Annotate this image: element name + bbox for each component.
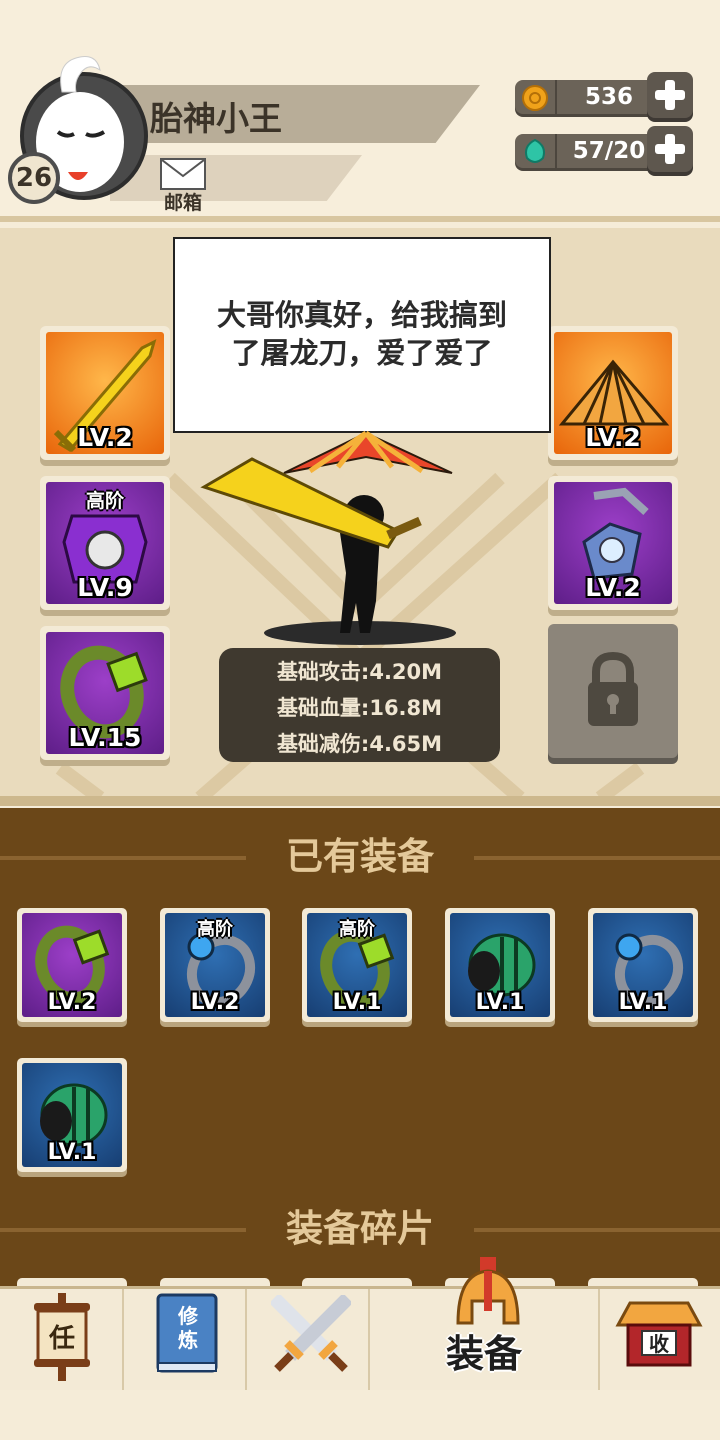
inventory-item-level: LV.1 <box>618 990 668 1015</box>
top-header: 胎神小王 邮箱 26 536 57/20 <box>0 0 720 222</box>
crossed-swords-icon <box>271 1295 351 1372</box>
nav-tasks[interactable]: 任 <box>0 1289 124 1393</box>
character-panel: LV.2 高阶 LV.9 LV.15 LV.2 LV.2 大哥你真好，给我搞到了… <box>0 228 720 806</box>
footer-strip <box>0 1390 720 1440</box>
nav-collect[interactable]: 收 <box>600 1289 720 1393</box>
add-gems-button[interactable] <box>647 126 693 172</box>
inventory-item-level: LV.1 <box>47 1140 97 1165</box>
nav-battle[interactable] <box>247 1289 370 1393</box>
inventory-item-level: LV.1 <box>475 990 525 1015</box>
coin-icon <box>522 85 548 111</box>
inventory-item[interactable]: LV.2 <box>17 908 127 1022</box>
stat-attack: 基础攻击:4.20M <box>276 660 443 684</box>
add-coins-button[interactable] <box>647 72 693 118</box>
speech-text: 大哥你真好，给我搞到了屠龙刀，爱了爱了 <box>216 298 507 370</box>
inventory-item-tier: 高阶 <box>339 919 375 940</box>
bottom-navigation: 任 修 炼 装备 收 <box>0 1257 720 1393</box>
svg-text:任: 任 <box>48 1324 75 1354</box>
inventory-panel[interactable]: 已有装备 LV.2 高阶 LV.2 高阶 LV.1 LV.1 LV.1 LV.1… <box>0 808 720 1286</box>
svg-text:炼: 炼 <box>178 1328 198 1352</box>
nav-cultivate[interactable]: 修 炼 <box>124 1289 247 1393</box>
player-name: 胎神小王 <box>150 99 282 138</box>
lock-icon <box>588 651 638 726</box>
stat-defense: 基础减伤:4.65M <box>276 732 443 756</box>
inventory-item-level: LV.2 <box>190 990 240 1015</box>
envelope-icon <box>160 158 206 190</box>
nav-equipment[interactable]: 装备 <box>370 1257 600 1393</box>
stat-hp: 基础血量:16.8M <box>276 696 443 720</box>
hero-character <box>200 430 456 645</box>
helmet-equipment-icon <box>456 1257 520 1325</box>
mailbox-label: 邮箱 <box>163 192 202 214</box>
equip-slot-weapon[interactable]: LV.2 <box>40 326 170 460</box>
equip-level: LV.15 <box>68 723 142 752</box>
equip-level: LV.9 <box>77 573 133 602</box>
inventory-item[interactable]: LV.1 <box>445 908 555 1022</box>
mailbox-button[interactable]: 邮箱 <box>154 156 212 216</box>
svg-text:收: 收 <box>649 1332 669 1356</box>
svg-text:修: 修 <box>177 1304 199 1328</box>
equipment-fragments-title: 装备碎片 <box>286 1207 434 1250</box>
player-level-badge: 26 <box>8 152 60 204</box>
inventory-item[interactable]: 高阶 LV.2 <box>160 908 270 1022</box>
owned-equipment-title: 已有装备 <box>286 835 434 878</box>
book-cultivate-icon: 修 炼 <box>156 1293 218 1373</box>
equip-level: LV.2 <box>585 423 641 452</box>
fragment-slot-edge <box>588 1278 698 1286</box>
equip-level: LV.2 <box>585 573 641 602</box>
equip-tier: 高阶 <box>85 490 124 512</box>
equip-slot-armor[interactable]: 高阶 LV.9 <box>40 476 170 610</box>
inventory-item[interactable]: LV.1 <box>17 1058 127 1172</box>
gem-value: 57/20 <box>572 138 646 164</box>
coin-counter: 536 <box>515 72 695 118</box>
fragment-slot-edge <box>302 1278 412 1286</box>
equip-slot-locked[interactable] <box>548 624 678 758</box>
gem-counter: 57/20 <box>515 126 695 172</box>
gem-icon <box>525 138 545 163</box>
fragment-slot-edge <box>160 1278 270 1286</box>
inventory-item[interactable]: 高阶 LV.1 <box>302 908 412 1022</box>
avatar-crest-icon <box>60 56 101 93</box>
speech-bubble: 大哥你真好，给我搞到了屠龙刀，爱了爱了 <box>173 237 551 433</box>
scroll-task-icon: 任 <box>34 1293 90 1381</box>
equip-slot-necklace[interactable]: LV.2 <box>548 476 678 610</box>
inventory-item-level: LV.2 <box>47 990 97 1015</box>
base-stats-panel: 基础攻击:4.20M 基础血量:16.8M 基础减伤:4.65M <box>219 648 500 762</box>
equip-slot-hat[interactable]: LV.2 <box>548 326 678 460</box>
nav-equipment-label: 装备 <box>445 1332 522 1376</box>
inventory-item-level: LV.1 <box>332 990 382 1015</box>
house-collect-icon: 收 <box>615 1301 703 1367</box>
coin-value: 536 <box>584 84 633 110</box>
equipment-fragments-header: 装备碎片 <box>0 1204 720 1254</box>
equip-level: LV.2 <box>77 423 133 452</box>
owned-equipment-header: 已有装备 <box>0 832 720 882</box>
inventory-item[interactable]: LV.1 <box>588 908 698 1022</box>
inventory-item-tier: 高阶 <box>197 919 233 940</box>
equip-slot-ring[interactable]: LV.15 <box>40 626 170 760</box>
fragment-slot-edge <box>17 1278 127 1286</box>
